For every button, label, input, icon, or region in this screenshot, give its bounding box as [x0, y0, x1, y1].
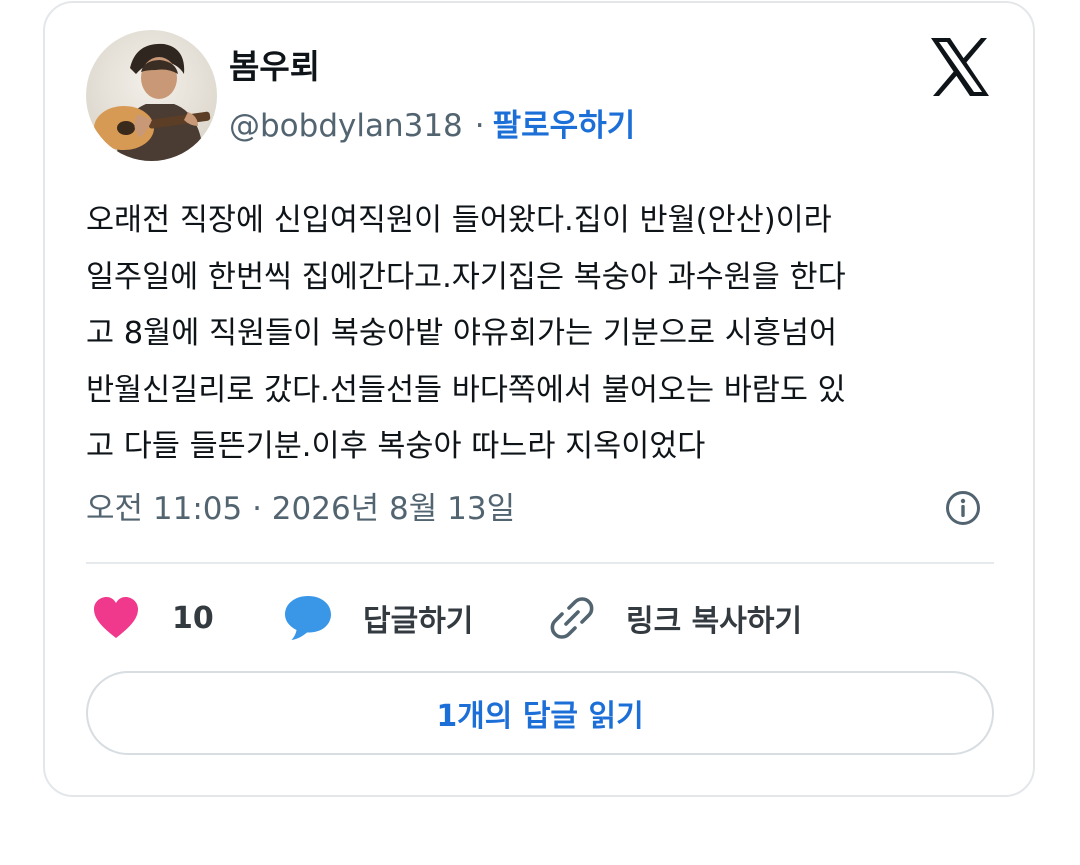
divider [86, 562, 994, 564]
user-handle[interactable]: @bobdylan318 [229, 108, 463, 144]
like-count: 10 [172, 600, 214, 636]
read-replies-label: 1개의 답글 읽기 [436, 699, 644, 734]
heart-icon [94, 597, 138, 638]
avatar[interactable] [86, 30, 217, 161]
tweet-line: 반월신길리로 갔다.선들선들 바다쪽에서 불어오는 바람도 있 [86, 372, 846, 408]
tweet-line: 고 8월에 직원들이 복숭아밭 야유회가는 기분으로 시흥넘어 [86, 316, 838, 351]
guitar-player-avatar-icon [86, 30, 217, 161]
tweet-line: 일주일에 한번씩 집에간다고.자기집은 복숭아 과수원을 한다 [86, 259, 846, 295]
reply-bubble-icon [285, 596, 331, 640]
copy-link-button[interactable]: 링크 복사하기 [548, 592, 802, 644]
tweet-text: 오래전 직장에 신입여직원이 들어왔다.집이 반월(안산)이라 일주일에 한번씩… [86, 193, 1016, 476]
follow-button[interactable]: 팔로우하기 [493, 108, 636, 144]
read-replies-button[interactable]: 1개의 답글 읽기 [86, 671, 994, 755]
link-icon [550, 597, 594, 639]
info-icon[interactable] [944, 489, 982, 527]
tweet-timestamp[interactable]: 오전 11:05 · 2026년 8월 13일 [86, 481, 515, 537]
like-button[interactable]: 10 [92, 592, 214, 644]
display-name[interactable]: 봄우뢰 [229, 42, 320, 92]
tweet-line: 고 다들 들뜬기분.이후 복숭아 따느라 지옥이었다 [86, 429, 706, 464]
info-icon-svg [946, 491, 980, 525]
x-logo-icon[interactable] [927, 34, 993, 100]
copy-link-label: 링크 복사하기 [626, 604, 803, 639]
separator-dot: · [474, 108, 485, 144]
x-logo-icon-svg [931, 38, 989, 96]
reply-label: 답글하기 [363, 604, 474, 639]
tweet-line: 오래전 직장에 신입여직원이 들어왔다.집이 반월(안산)이라 [86, 203, 832, 238]
handle-row: @bobdylan318 · 팔로우하기 [229, 101, 635, 151]
reply-button[interactable]: 답글하기 [283, 592, 473, 644]
